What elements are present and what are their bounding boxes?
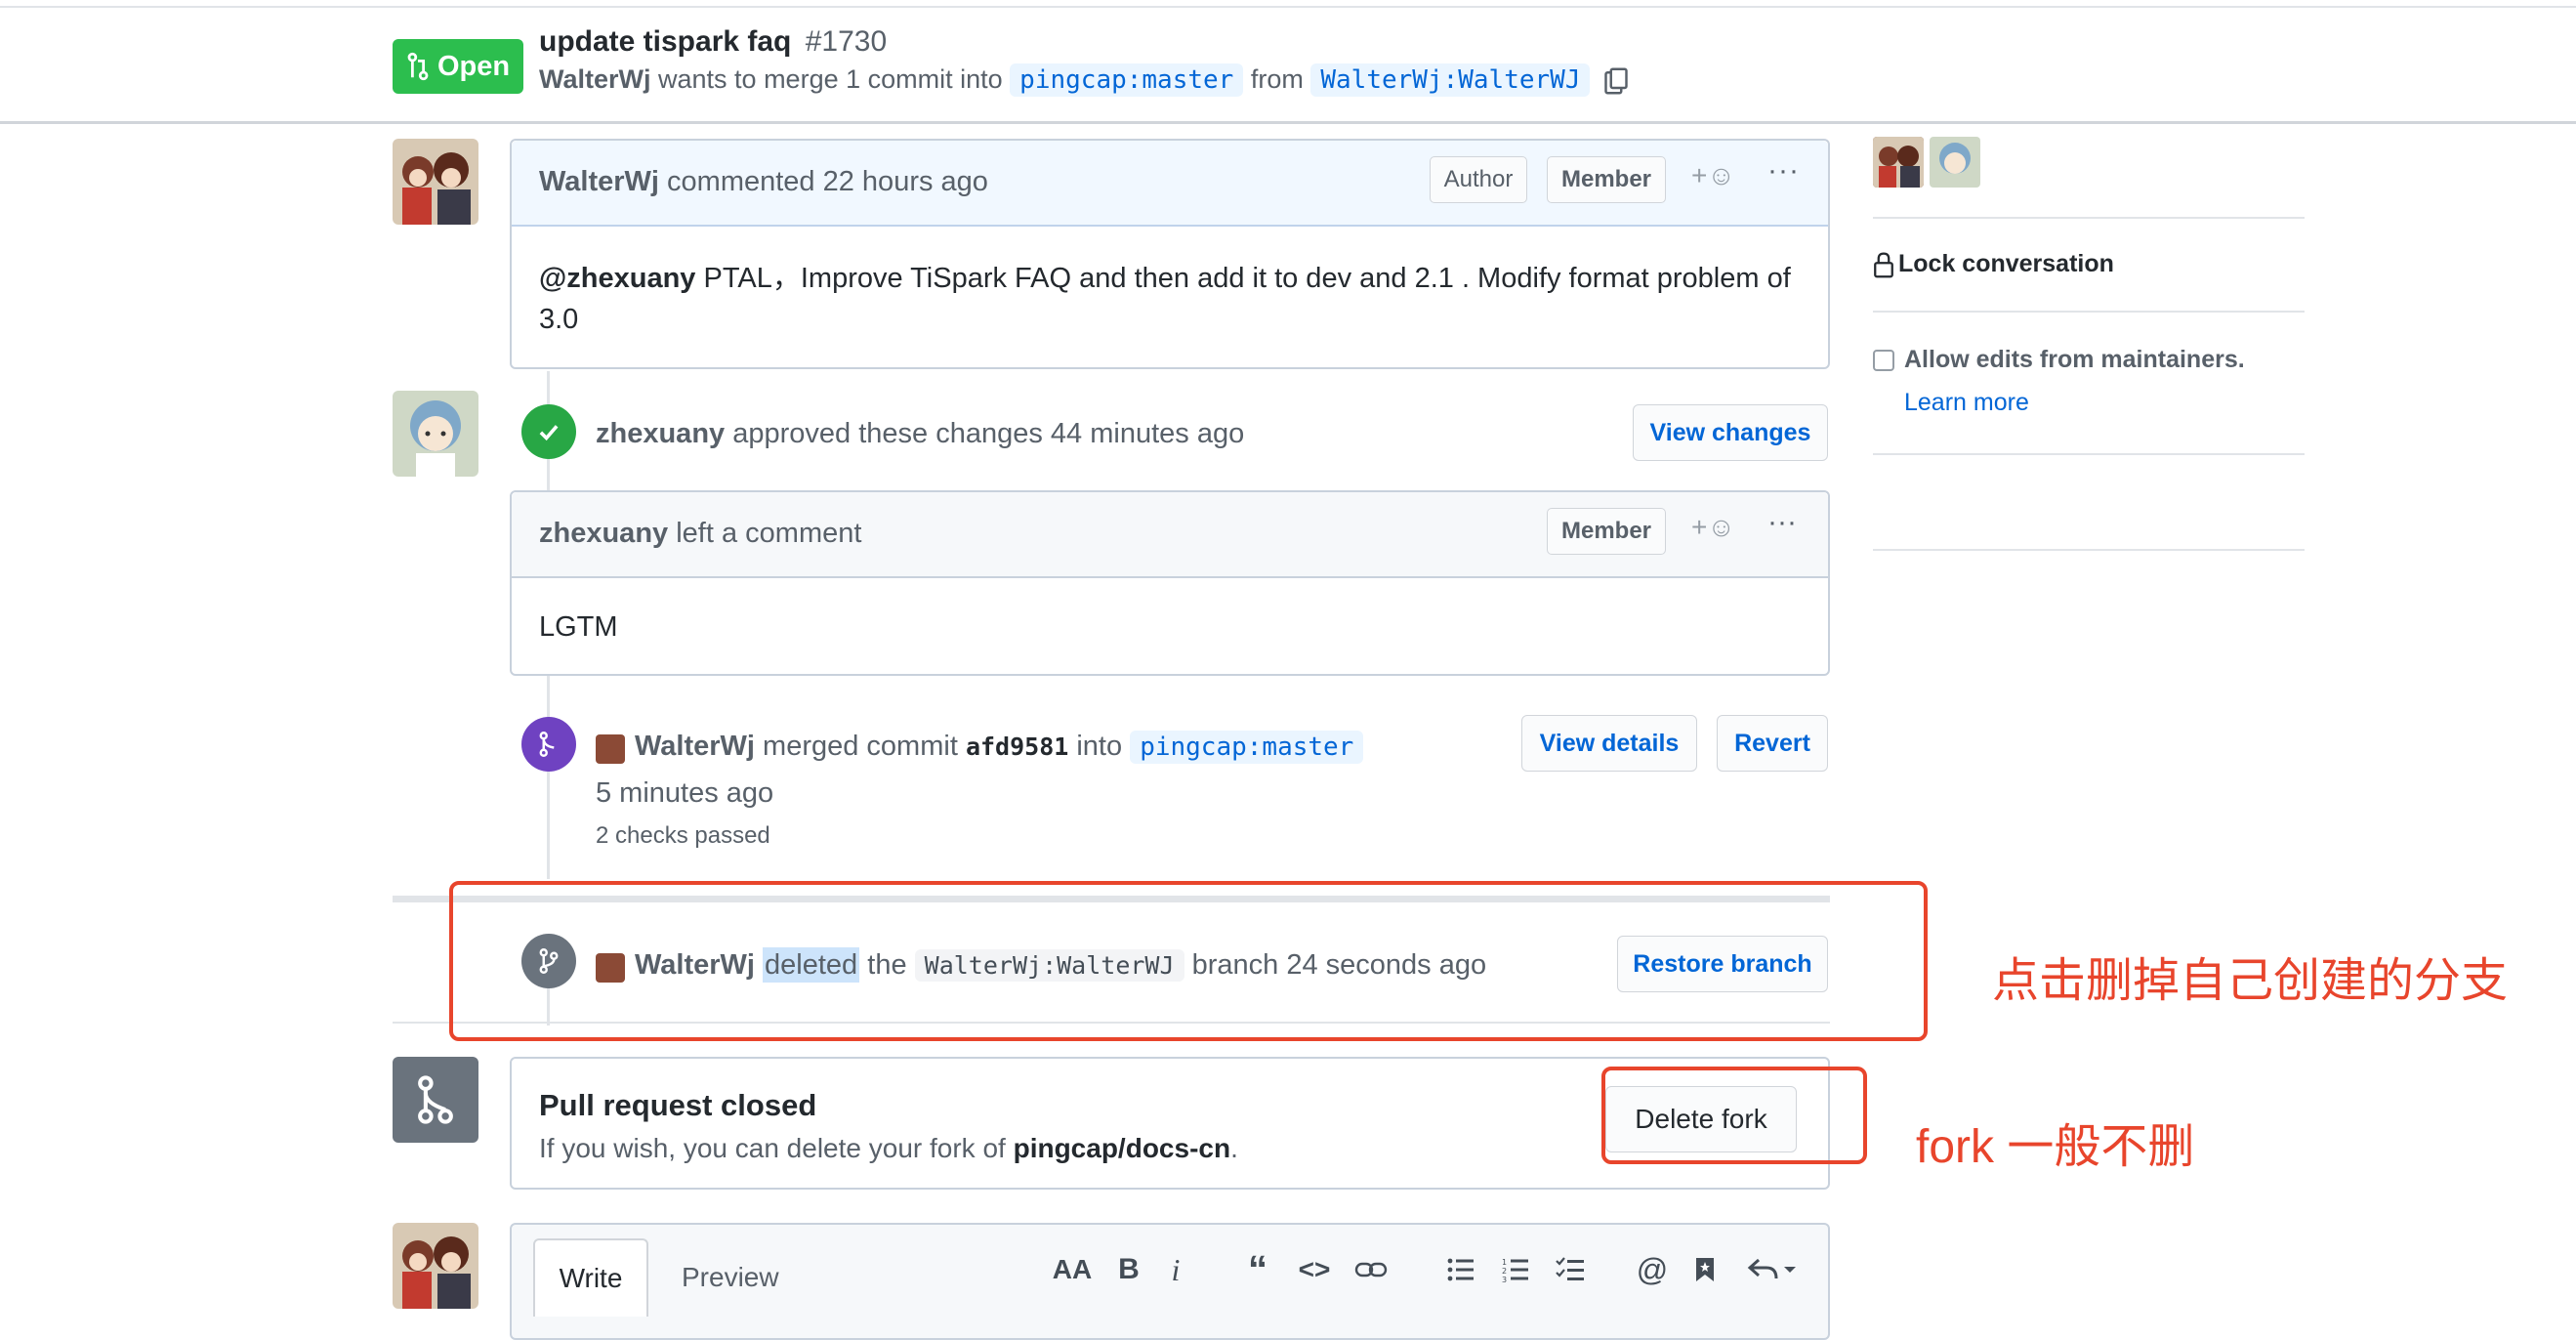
tab-preview[interactable]: Preview — [682, 1262, 779, 1293]
text-size-icon[interactable]: AA — [1051, 1248, 1094, 1291]
tab-write[interactable]: Write — [533, 1238, 648, 1317]
comment-header-1: WalterWj commented 22 hours ago Author M… — [512, 141, 1828, 227]
review-comment-box: zhexuany left a comment Member +☺ ··· LG… — [510, 490, 1830, 676]
merge-event-text: WalterWj merged commit afd9581 into ping… — [635, 731, 1364, 764]
checks-passed[interactable]: 2 checks passed — [596, 822, 770, 850]
copy-icon[interactable] — [1603, 67, 1629, 95]
comment-action[interactable]: commented 22 hours ago — [667, 166, 988, 197]
pr-title: update tispark faq #1730 — [539, 25, 887, 59]
avatar-current-user[interactable] — [393, 1223, 478, 1309]
link-icon[interactable] — [1350, 1248, 1392, 1291]
repo-link[interactable]: pingcap/docs-cn — [1014, 1133, 1230, 1163]
merge-text: wants to merge 1 commit into — [658, 64, 1003, 94]
review-comment-body: LGTM — [539, 611, 618, 643]
participant-avatar-1[interactable] — [1873, 137, 1924, 188]
merge-actor-avatar[interactable] — [596, 734, 625, 764]
review-comment-action: left a comment — [676, 518, 862, 549]
allow-edits-label: Allow edits from maintainers. — [1904, 346, 2245, 373]
revert-button[interactable]: Revert — [1717, 715, 1828, 772]
annotation-fork: fork 一般不删 — [1916, 1121, 2195, 1173]
pr-author-link[interactable]: WalterWj — [539, 64, 651, 94]
status-badge-open: Open — [393, 39, 523, 94]
closed-desc-prefix: If you wish, you can delete your fork of — [539, 1133, 1006, 1163]
avatar-walterwj[interactable] — [393, 139, 478, 225]
merge-text: merged commit — [763, 731, 958, 762]
top-border — [0, 6, 2576, 8]
comment-box-1: WalterWj commented 22 hours ago Author M… — [510, 139, 1830, 369]
head-branch[interactable]: WalterWj:WalterWJ — [1310, 63, 1591, 97]
svg-text:2: 2 — [1502, 1267, 1507, 1276]
approved-check-icon — [521, 404, 576, 459]
view-details-button[interactable]: View details — [1521, 715, 1697, 772]
pr-number: #1730 — [805, 25, 888, 58]
allow-edits-checkbox[interactable] — [1873, 350, 1894, 371]
learn-more-link[interactable]: Learn more — [1904, 389, 2029, 417]
ordered-list-icon[interactable]: 123 — [1494, 1248, 1537, 1291]
base-branch[interactable]: pingcap:master — [1010, 63, 1244, 97]
author-label: Author — [1430, 156, 1527, 203]
review-comment-author[interactable]: zhexuany — [539, 518, 668, 549]
pr-merge-info: WalterWj wants to merge 1 commit into pi… — [539, 63, 1629, 97]
pull-request-icon — [407, 52, 429, 81]
more-options-icon[interactable]: ··· — [1767, 154, 1800, 188]
bookmark-icon[interactable] — [1683, 1248, 1726, 1291]
view-changes-button[interactable]: View changes — [1633, 404, 1828, 461]
comment-author-link[interactable]: WalterWj — [539, 166, 659, 197]
lock-label: Lock conversation — [1898, 250, 2114, 277]
svg-text:1: 1 — [1502, 1258, 1507, 1267]
review-comment-header: zhexuany left a comment Member +☺ ··· — [512, 492, 1828, 578]
merge-target-branch[interactable]: pingcap:master — [1130, 731, 1364, 764]
mention-link[interactable]: @zhexuany — [539, 263, 695, 294]
merged-icon — [521, 717, 576, 772]
comment-meta-1: WalterWj commented 22 hours ago — [539, 166, 988, 198]
closed-fork-icon — [393, 1057, 478, 1143]
lock-icon — [1874, 251, 1893, 277]
sidebar-divider-3 — [1873, 453, 2305, 455]
sidebar-divider-4 — [1873, 549, 2305, 551]
closed-desc: If you wish, you can delete your fork of… — [539, 1133, 1238, 1164]
member-label: Member — [1547, 156, 1666, 203]
reviewer-link[interactable]: zhexuany — [596, 418, 725, 449]
status-label: Open — [436, 50, 511, 82]
add-reaction-icon[interactable]: +☺ — [1691, 160, 1735, 191]
merge-time[interactable]: 5 minutes ago — [596, 777, 773, 810]
mention-icon[interactable]: @ — [1631, 1248, 1674, 1291]
review-summary: zhexuany approved these changes 44 minut… — [596, 418, 1244, 450]
lock-conversation-link[interactable]: Lock conversation — [1873, 250, 2114, 278]
merge-into: into — [1076, 731, 1123, 762]
annotation-box-fork — [1601, 1067, 1867, 1164]
from-text: from — [1250, 64, 1304, 94]
task-list-icon[interactable] — [1549, 1248, 1592, 1291]
reply-icon[interactable] — [1744, 1248, 1803, 1291]
svg-text:3: 3 — [1502, 1276, 1507, 1282]
sidebar-divider-2 — [1873, 311, 2305, 313]
closed-title: Pull request closed — [539, 1088, 817, 1122]
quote-icon[interactable]: “ — [1236, 1248, 1279, 1291]
annotation-delete-branch: 点击删掉自己创建的分支 — [1992, 955, 2509, 1007]
annotation-box-delete — [449, 881, 1928, 1041]
member-label-2: Member — [1547, 508, 1666, 555]
commit-sha-link[interactable]: afd9581 — [966, 733, 1068, 761]
participant-avatar-2[interactable] — [1930, 137, 1980, 188]
review-comment-meta: zhexuany left a comment — [539, 518, 861, 550]
pr-title-text: update tispark faq — [539, 25, 792, 58]
merge-actor-link[interactable]: WalterWj — [635, 731, 755, 762]
comment-body-text: PTAL，Improve TiSpark FAQ and then add it… — [539, 263, 1791, 335]
header-divider — [0, 121, 2576, 124]
sidebar-divider-1 — [1873, 217, 2305, 219]
avatar-zhexuany[interactable] — [393, 391, 478, 477]
italic-icon[interactable]: i — [1154, 1248, 1197, 1291]
bold-icon[interactable]: B — [1107, 1248, 1150, 1291]
code-icon[interactable]: <> — [1293, 1248, 1336, 1291]
closed-desc-suffix: . — [1230, 1133, 1238, 1163]
more-options-icon-2[interactable]: ··· — [1767, 506, 1797, 539]
review-action: approved these changes 44 minutes ago — [732, 418, 1245, 449]
add-reaction-icon-2[interactable]: +☺ — [1691, 512, 1735, 543]
comment-body-1: @zhexuany PTAL，Improve TiSpark FAQ and t… — [539, 258, 1799, 340]
unordered-list-icon[interactable] — [1439, 1248, 1482, 1291]
